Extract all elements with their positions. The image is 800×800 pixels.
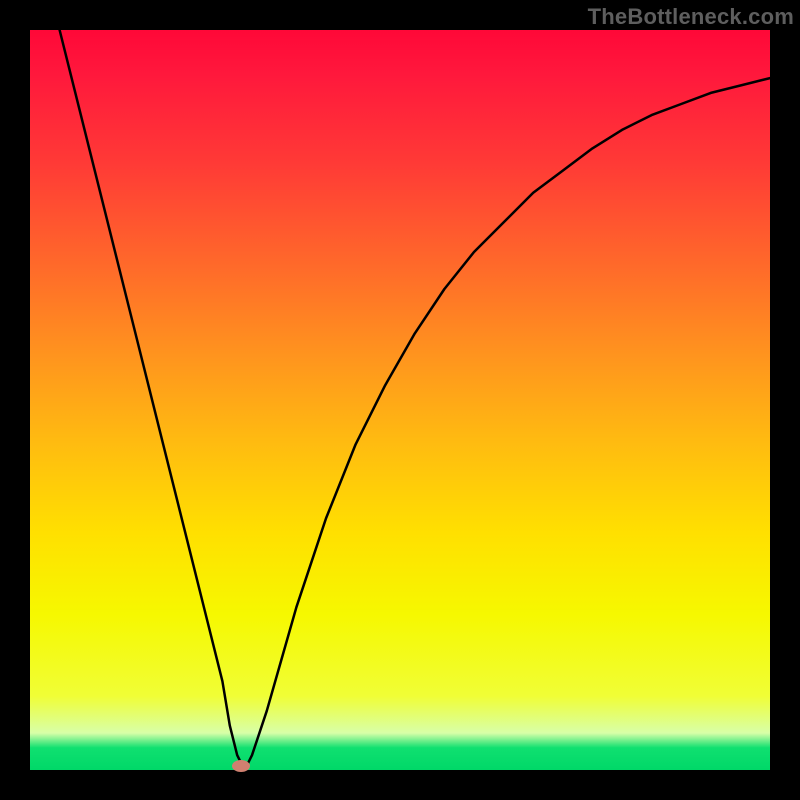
plot-area: [30, 30, 770, 770]
curve-layer: [30, 30, 770, 770]
watermark-text: TheBottleneck.com: [588, 4, 794, 30]
bottleneck-curve: [30, 0, 770, 770]
optimum-marker-icon: [232, 760, 250, 772]
chart-frame: TheBottleneck.com: [0, 0, 800, 800]
